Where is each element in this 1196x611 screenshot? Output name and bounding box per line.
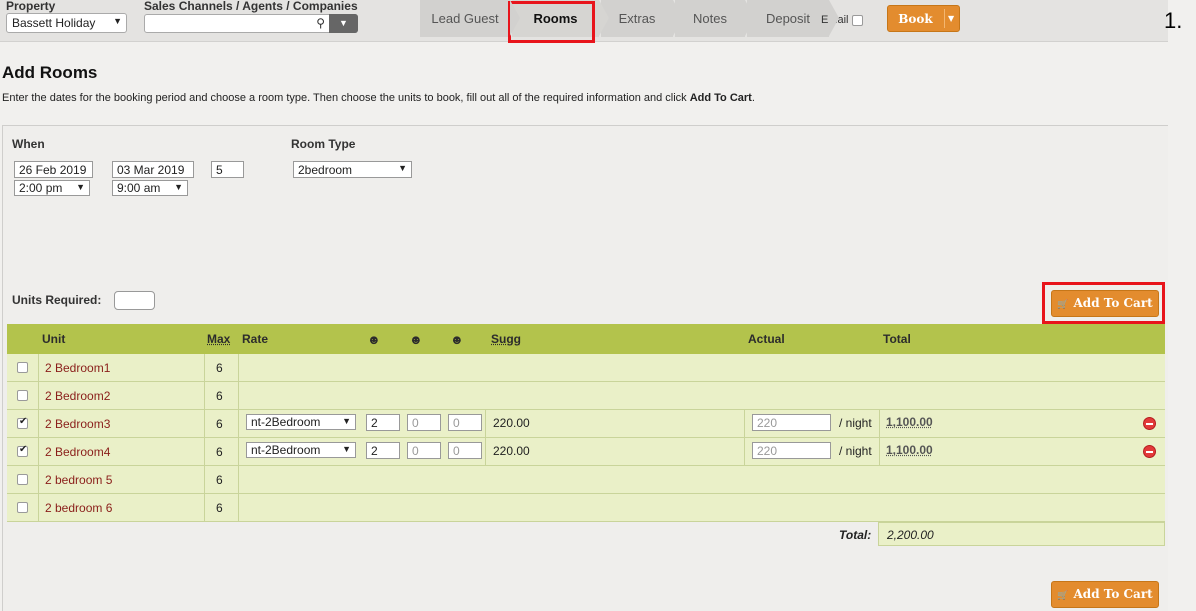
email-checkbox[interactable] [851,14,863,26]
header-total: Total [883,332,911,346]
units-required-label: Units Required: [12,293,102,307]
header-actual: Actual [748,332,785,346]
room-type-select[interactable]: 2bedroom ▼ [293,161,412,178]
table-row: 2 Bedroom2 6 [7,382,1165,410]
row-checkbox[interactable] [17,362,28,373]
top-bar: Property Bassett Holiday ▼ Sales Channel… [0,0,1168,43]
children-input[interactable]: 0 [407,414,441,431]
infants-input[interactable]: 0 [448,442,482,459]
adult-icon: ☻ [367,332,381,347]
unit-max: 6 [216,417,223,431]
add-to-cart-button-bottom[interactable]: 🛒 Add To Cart [1051,581,1159,608]
departure-date-input[interactable]: 03 Mar 2019 [112,161,194,178]
table-header: Unit Max Rate ☻ ☻ ☻ Sugg Actual Total [7,324,1165,354]
chevron-down-icon: ▼ [76,182,85,192]
page-title: Add Rooms [2,63,98,82]
unit-link[interactable]: 2 bedroom 6 [45,501,112,515]
property-select[interactable]: Bassett Holiday ▼ [6,13,127,33]
unit-link[interactable]: 2 bedroom 5 [45,473,112,487]
unit-link[interactable]: 2 Bedroom4 [45,445,110,459]
step-lead-guest[interactable]: Lead Guest [420,0,520,37]
unit-max: 6 [216,361,223,375]
search-icon[interactable]: ⚲ [316,16,325,30]
header-max[interactable]: Max [207,332,230,346]
book-button-divider [944,9,945,28]
cart-icon: 🛒 [1057,591,1069,601]
header-rate: Rate [242,332,269,346]
remove-icon[interactable] [1143,417,1156,430]
departure-time-select[interactable]: 9:00 am ▼ [112,180,188,196]
row-total[interactable]: 1,100.00 [886,415,933,429]
row-checkbox[interactable] [17,444,28,457]
suggested-rate: 220.00 [493,416,530,430]
suggested-rate: 220.00 [493,444,530,458]
arrival-date-input[interactable]: 26 Feb 2019 [14,161,93,178]
email-option[interactable]: Email [821,14,863,26]
unit-link[interactable]: 2 Bedroom3 [45,417,110,431]
channels-label: Sales Channels / Agents / Companies [144,0,358,13]
table-row: 2 Bedroom4 6 nt-2Bedroom▼ 2 0 0 220.00 2… [7,438,1165,466]
row-checkbox[interactable] [17,390,28,401]
infants-input[interactable]: 0 [448,414,482,431]
grand-total-label: Total: [839,528,872,542]
step-notes[interactable]: Notes [675,0,755,37]
remove-icon[interactable] [1143,445,1156,458]
instructions: Enter the dates for the booking period a… [2,92,755,104]
row-checkbox[interactable] [17,416,28,429]
per-night-label: / night [839,416,872,430]
nights-input[interactable]: 5 [211,161,244,178]
children-input[interactable]: 0 [407,442,441,459]
actual-rate-input[interactable]: 220 [752,414,831,431]
grand-total-value: 2,200.00 [878,522,1165,546]
per-night-label: / night [839,444,872,458]
when-label: When [12,137,45,151]
rooms-step-highlight [508,1,595,43]
chevron-down-icon: ▼ [398,163,407,173]
book-button[interactable]: Book ▼ [887,5,960,32]
chevron-down-icon[interactable]: ▼ [948,13,954,23]
chevron-down-icon: ▼ [113,16,122,26]
table-row: 2 bedroom 6 6 [7,494,1165,522]
rate-select[interactable]: nt-2Bedroom ▼ [246,442,356,458]
table-row: 2 Bedroom3 6 nt-2Bedroom▼ 2 0 0 220.00 2… [7,410,1165,438]
table-row: 2 Bedroom1 6 [7,354,1165,382]
row-checkbox[interactable] [17,474,28,485]
chevron-down-icon: ▼ [342,444,351,454]
header-unit: Unit [42,332,66,346]
header-sugg[interactable]: Sugg [491,332,521,346]
room-type-label: Room Type [291,137,356,151]
unit-max: 6 [216,389,223,403]
actual-rate-input[interactable]: 220 [752,442,831,459]
unit-max: 6 [216,445,223,459]
unit-link[interactable]: 2 Bedroom2 [45,389,110,403]
channels-dropdown-button[interactable]: ▼ [329,14,358,33]
unit-max: 6 [216,473,223,487]
arrival-time-select[interactable]: 2:00 pm ▼ [14,180,90,196]
page-number: 1. [1164,8,1183,33]
chevron-down-icon: ▼ [174,182,183,192]
channels-input[interactable]: ⚲ ▼ [144,14,358,33]
child-icon: ☻ [409,332,423,347]
step-extras[interactable]: Extras [601,0,683,37]
adults-input[interactable]: 2 [366,414,400,431]
infant-icon: ☻ [450,332,464,347]
row-checkbox[interactable] [17,502,28,513]
row-total[interactable]: 1,100.00 [886,443,933,457]
step-deposit[interactable]: Deposit [747,0,839,37]
add-to-cart-highlight [1042,282,1165,324]
unit-max: 6 [216,501,223,515]
adults-input[interactable]: 2 [366,442,400,459]
unit-link[interactable]: 2 Bedroom1 [45,361,110,375]
table-row: 2 bedroom 5 6 [7,466,1165,494]
chevron-down-icon: ▼ [342,416,351,426]
property-label: Property [6,0,56,13]
rate-select[interactable]: nt-2Bedroom ▼ [246,414,356,430]
property-value: Bassett Holiday [12,16,96,30]
units-required-input[interactable] [114,291,155,310]
